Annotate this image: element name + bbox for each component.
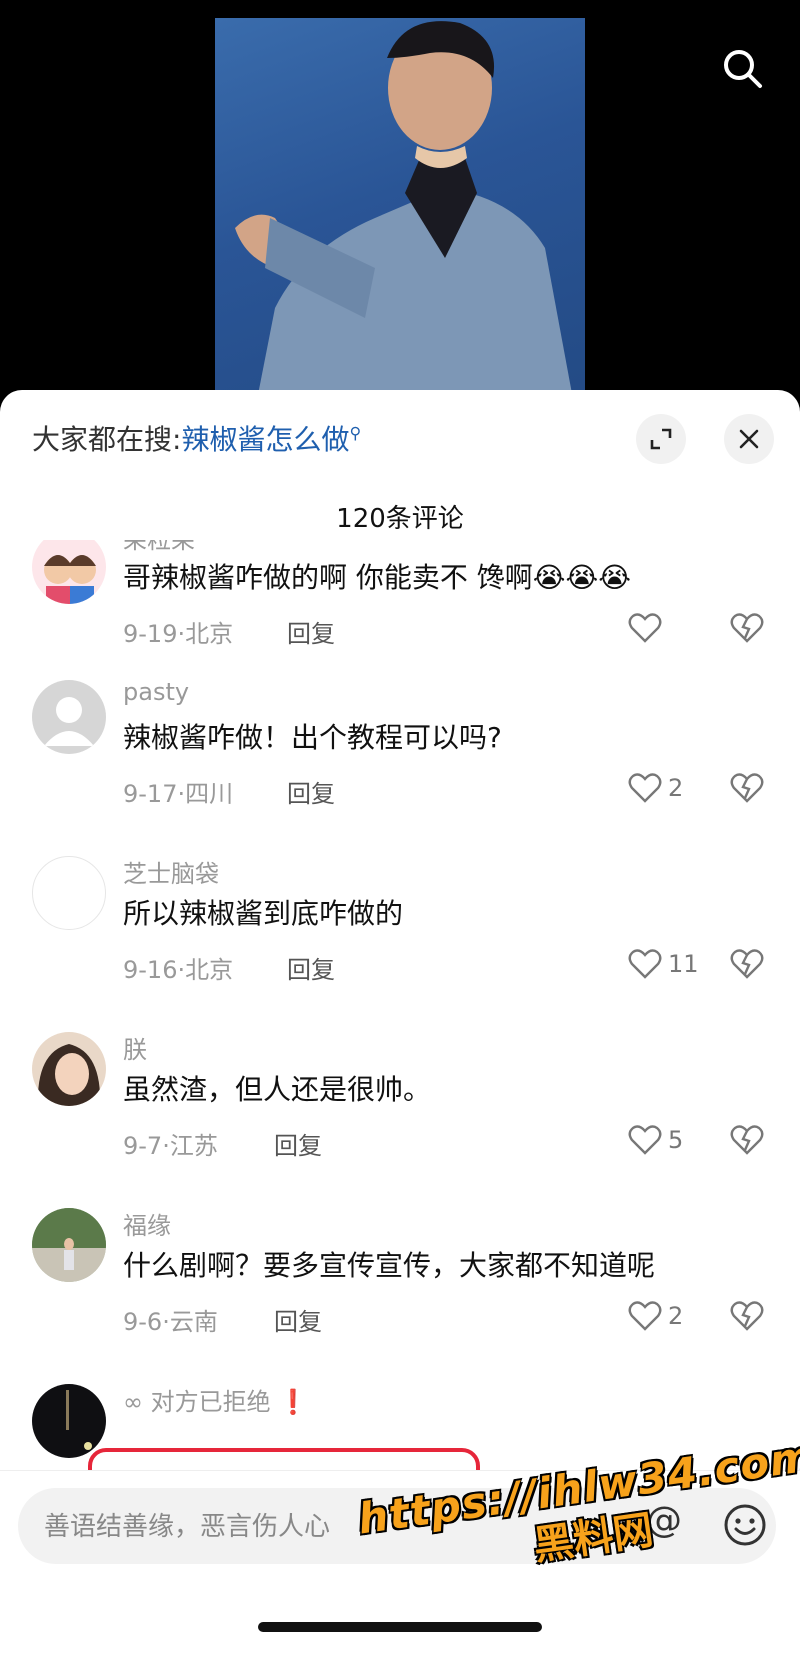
comment-meta: 9-7·江苏	[123, 1132, 218, 1160]
video-player[interactable]	[0, 0, 800, 410]
like-button[interactable]: 2	[628, 772, 683, 804]
avatar[interactable]	[32, 1384, 106, 1458]
list-item: 芝士脑袋 所以辣椒酱到底咋做的 9-16·北京 回复 11	[0, 854, 800, 1024]
home-indicator[interactable]	[258, 1622, 542, 1632]
username[interactable]: pasty	[123, 678, 189, 706]
like-count: 2	[668, 1302, 684, 1330]
like-button[interactable]: 2	[628, 1300, 683, 1332]
hot-search-keyword[interactable]: 辣椒酱怎么做	[181, 423, 349, 456]
dislike-button[interactable]	[730, 948, 764, 984]
comment-text: 什么剧啊？要多宣传宣传，大家都不知道呢	[123, 1249, 656, 1282]
reply-button[interactable]: 回复	[287, 774, 335, 809]
like-count: 2	[668, 774, 684, 802]
video-frame-image	[215, 18, 585, 410]
username[interactable]: 芝士脑袋	[123, 854, 219, 889]
like-button[interactable]	[628, 612, 668, 644]
avatar[interactable]	[32, 1208, 106, 1282]
broken-heart-icon	[730, 613, 764, 643]
close-button[interactable]	[724, 414, 774, 464]
username[interactable]: 朕	[123, 1030, 147, 1065]
reply-button[interactable]: 回复	[287, 950, 335, 985]
close-icon	[739, 429, 759, 449]
comment-text: 虽然渣，但人还是很帅。	[123, 1073, 432, 1106]
comment-text: 辣椒酱咋做！出个教程可以吗?	[123, 721, 502, 754]
hot-search-prefix: 大家都在搜:	[32, 423, 182, 456]
broken-heart-icon	[730, 773, 764, 803]
avatar[interactable]	[32, 856, 106, 930]
like-button[interactable]: 11	[628, 948, 699, 980]
comment-text: 所以辣椒酱到底咋做的	[123, 897, 404, 930]
link-icon: ∞	[123, 1388, 143, 1416]
username[interactable]: 呆粒呆	[123, 540, 195, 555]
comment-list[interactable]: 呆粒呆 哥辣椒酱咋做的啊 你能卖不 馋啊😭😭😭 9-19·北京 回复 pasty…	[0, 540, 800, 1470]
heart-icon	[628, 1301, 662, 1331]
heart-icon	[628, 613, 662, 643]
comment-count: 120条评论	[336, 504, 464, 534]
expand-icon	[650, 428, 672, 450]
comment-meta: 9-19·北京	[123, 620, 234, 648]
expand-button[interactable]	[636, 414, 686, 464]
alert-badge: ❗	[278, 1388, 309, 1416]
list-item: pasty 辣椒酱咋做！出个教程可以吗? 9-17·四川 回复 2	[0, 678, 800, 848]
comment-text: 哥辣椒酱咋做的啊 你能卖不 馋啊😭😭😭	[123, 561, 631, 594]
dislike-button[interactable]	[730, 1300, 764, 1336]
like-count: 11	[668, 950, 699, 978]
like-count: 5	[668, 1126, 684, 1154]
search-button[interactable]	[712, 38, 772, 98]
heart-icon	[628, 949, 662, 979]
search-icon	[724, 50, 762, 88]
broken-heart-icon	[730, 949, 764, 979]
list-item: 呆粒呆 哥辣椒酱咋做的啊 你能卖不 馋啊😭😭😭 9-19·北京 回复	[0, 540, 800, 690]
hot-search-bar[interactable]: 大家都在搜:辣椒酱怎么做⚲	[32, 418, 361, 458]
username[interactable]: ∞ 对方已拒绝 ❗	[123, 1382, 308, 1417]
reply-button[interactable]: 回复	[274, 1302, 322, 1337]
comment-meta: 9-6·云南	[123, 1308, 218, 1336]
username[interactable]: 福缘	[123, 1206, 171, 1241]
comment-meta: 9-17·四川	[123, 780, 234, 808]
like-button[interactable]: 5	[628, 1124, 683, 1156]
dislike-button[interactable]	[730, 772, 764, 808]
dislike-button[interactable]	[730, 1124, 764, 1160]
list-item: 朕 虽然渣，但人还是很帅。 9-7·江苏 回复 5	[0, 1030, 800, 1200]
heart-icon	[628, 773, 662, 803]
reply-button[interactable]: 回复	[287, 614, 335, 649]
dislike-button[interactable]	[730, 612, 764, 648]
reply-button[interactable]: 回复	[274, 1126, 322, 1161]
heart-icon	[628, 1125, 662, 1155]
broken-heart-icon	[730, 1125, 764, 1155]
small-search-icon: ⚲	[349, 423, 362, 443]
broken-heart-icon	[730, 1301, 764, 1331]
list-item: 福缘 什么剧啊？要多宣传宣传，大家都不知道呢 9-6·云南 回复 2	[0, 1206, 800, 1376]
avatar[interactable]	[32, 680, 106, 754]
avatar[interactable]	[32, 540, 106, 604]
comment-meta: 9-16·北京	[123, 956, 234, 984]
avatar[interactable]	[32, 1032, 106, 1106]
username-text: 对方已拒绝	[150, 1388, 271, 1416]
